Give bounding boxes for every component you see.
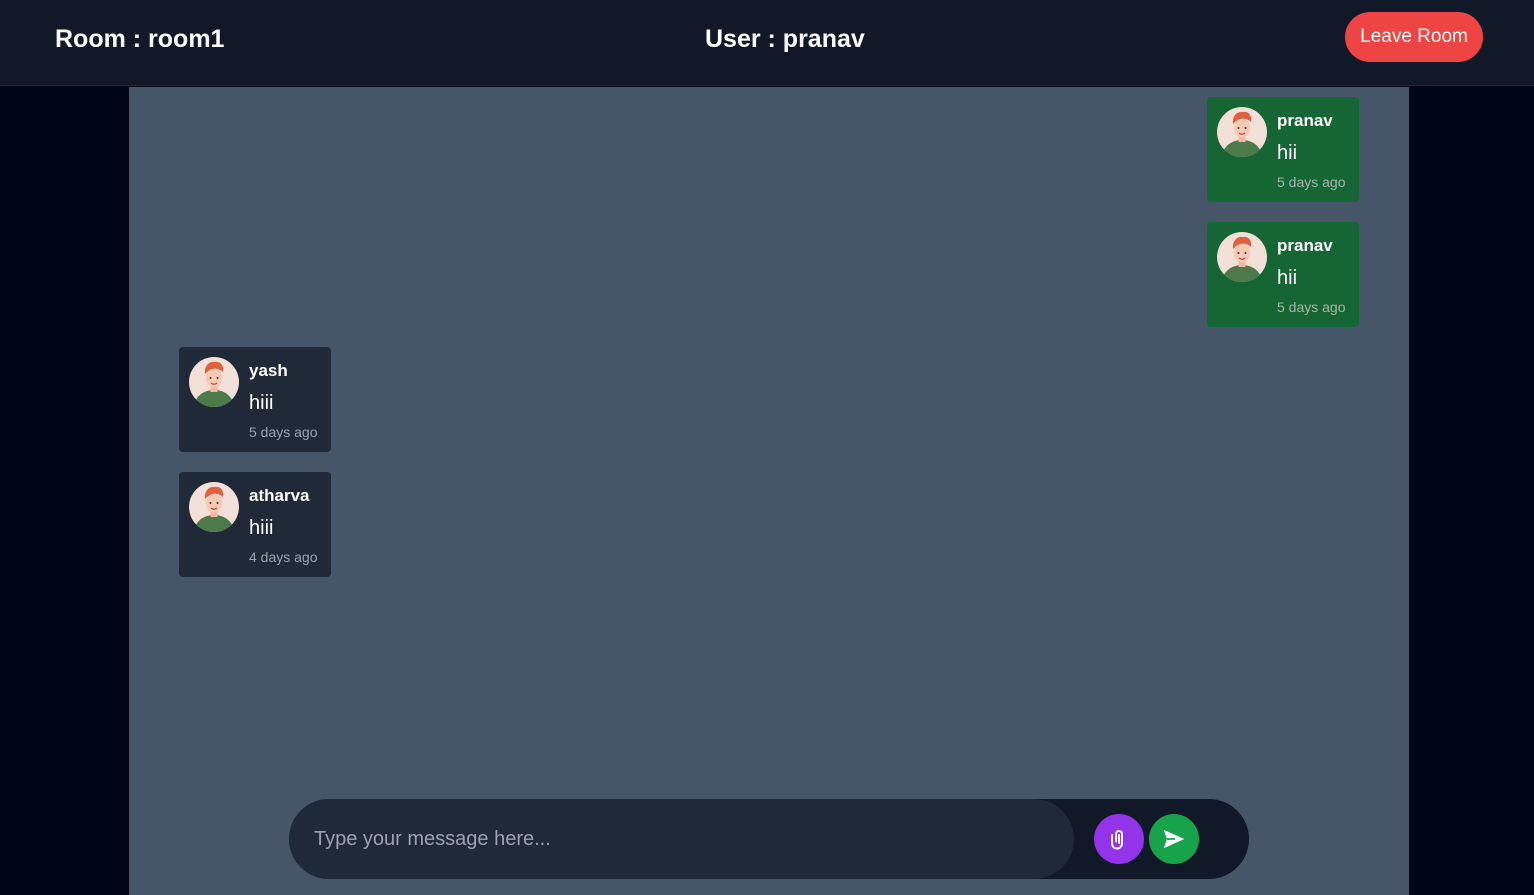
chat-area[interactable]: pranav hii 5 days ago pranav hii 5 days … — [129, 87, 1409, 895]
leave-room-button[interactable]: Leave Room — [1345, 12, 1483, 62]
message-sender: yash — [249, 361, 288, 380]
send-button[interactable] — [1149, 814, 1199, 864]
send-icon — [1161, 826, 1187, 852]
message-text: hii — [1277, 142, 1298, 164]
message-time: 5 days ago — [249, 424, 318, 440]
message-text: hiii — [249, 392, 274, 414]
message-text: hiii — [249, 517, 274, 539]
avatar — [1217, 107, 1267, 157]
avatar — [1217, 232, 1267, 282]
message-bubble: pranav hii 5 days ago — [1207, 222, 1359, 327]
message-sender: pranav — [1277, 236, 1333, 255]
message-bubble: pranav hii 5 days ago — [1207, 97, 1359, 202]
message-time: 5 days ago — [1277, 174, 1346, 190]
avatar — [189, 357, 239, 407]
message-time: 5 days ago — [1277, 299, 1346, 315]
user-title: User : pranav — [705, 25, 865, 53]
attach-button[interactable] — [1094, 814, 1144, 864]
message-bubble: yash hiii 5 days ago — [179, 347, 331, 452]
message-time: 4 days ago — [249, 549, 318, 565]
message-bubble: atharva hiii 4 days ago — [179, 472, 331, 577]
room-title: Room : room1 — [55, 25, 225, 53]
message-text: hii — [1277, 267, 1298, 289]
message-composer — [289, 799, 1249, 879]
message-sender: atharva — [249, 486, 310, 505]
message-input[interactable] — [289, 799, 1074, 879]
message-sender: pranav — [1277, 111, 1333, 130]
top-bar: Room : room1 User : pranav Leave Room — [0, 0, 1534, 86]
avatar — [189, 482, 239, 532]
paperclip-icon — [1107, 827, 1131, 851]
